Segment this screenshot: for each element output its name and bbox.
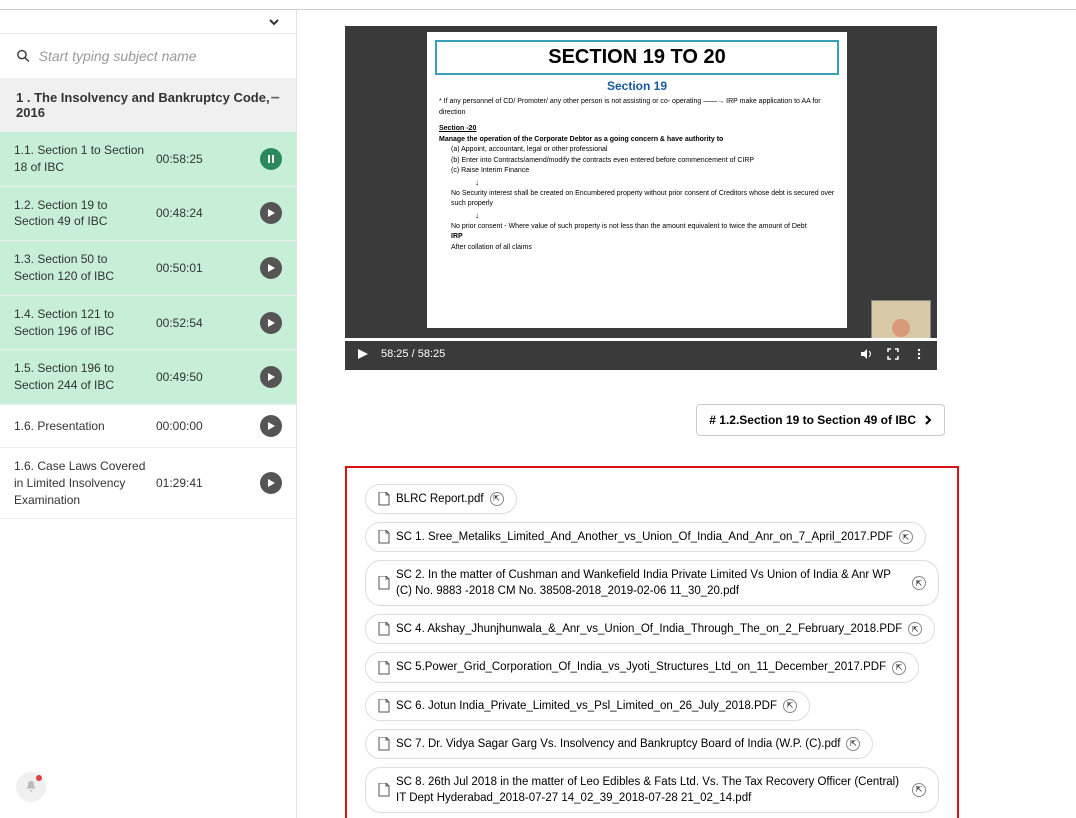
play-icon[interactable] bbox=[355, 346, 371, 362]
lesson-title: 1.6. Case Laws Covered in Limited Insolv… bbox=[14, 458, 150, 508]
collapse-icon: − bbox=[271, 90, 280, 108]
lesson-title: 1.6. Presentation bbox=[14, 418, 150, 435]
play-button[interactable] bbox=[260, 366, 282, 388]
section-header[interactable]: 1 . The Insolvency and Bankruptcy Code, … bbox=[0, 78, 296, 132]
search-input[interactable] bbox=[39, 48, 280, 64]
lesson-title: 1.2. Section 19 to Section 49 of IBC bbox=[14, 197, 150, 231]
open-icon[interactable]: ⇱ bbox=[892, 661, 906, 675]
slide-subtitle: Section 19 bbox=[435, 79, 839, 93]
pdf-icon bbox=[378, 661, 390, 675]
video-slide: SECTION 19 TO 20 Section 19 * If any per… bbox=[427, 32, 847, 328]
pdf-icon bbox=[378, 783, 390, 797]
more-icon[interactable] bbox=[911, 346, 927, 362]
lesson-title: 1.4. Section 121 to Section 196 of IBC bbox=[14, 306, 150, 340]
attachment-item[interactable]: SC 8. 26th Jul 2018 in the matter of Leo… bbox=[365, 767, 939, 813]
pdf-icon bbox=[378, 737, 390, 751]
chevron-down-icon bbox=[268, 16, 280, 28]
chevron-right-icon bbox=[924, 415, 932, 425]
attachment-name: BLRC Report.pdf bbox=[396, 491, 484, 507]
play-button[interactable] bbox=[260, 312, 282, 334]
sidebar-search bbox=[0, 34, 296, 78]
lesson-title: 1.1. Section 1 to Section 18 of IBC bbox=[14, 142, 150, 176]
pause-button[interactable] bbox=[260, 148, 282, 170]
webcam-thumbnail bbox=[871, 300, 931, 340]
sidebar: 1 . The Insolvency and Bankruptcy Code, … bbox=[0, 10, 297, 818]
slide-title: SECTION 19 TO 20 bbox=[435, 40, 839, 75]
lesson-list: 1.1. Section 1 to Section 18 of IBC 00:58… bbox=[0, 132, 296, 519]
slide-body: * If any personnel of CD/ Promoter/ any … bbox=[435, 97, 839, 253]
play-button[interactable] bbox=[260, 257, 282, 279]
volume-icon[interactable] bbox=[859, 346, 875, 362]
lesson-duration: 00:52:54 bbox=[156, 316, 210, 330]
sidebar-collapse-toggle[interactable] bbox=[0, 10, 296, 34]
attachment-name: SC 4. Akshay_Jhunjhunwala_&_Anr_vs_Union… bbox=[396, 621, 902, 637]
video-time: 58:25 / 58:25 bbox=[381, 348, 445, 360]
open-icon[interactable]: ⇱ bbox=[490, 492, 504, 506]
attachment-list: BLRC Report.pdf ⇱ SC 1. Sree_Metaliks_Limi… bbox=[365, 484, 939, 813]
section-title: 1 . The Insolvency and Bankruptcy Code, … bbox=[16, 90, 271, 120]
next-lesson-label: # 1.2.Section 19 to Section 49 of IBC bbox=[709, 413, 916, 427]
open-icon[interactable]: ⇱ bbox=[783, 699, 797, 713]
bell-icon bbox=[24, 780, 38, 794]
lesson-item[interactable]: 1.6. Presentation 00:00:00 bbox=[0, 405, 296, 448]
lesson-item[interactable]: 1.4. Section 121 to Section 196 of IBC 00… bbox=[0, 296, 296, 351]
attachment-name: SC 2. In the matter of Cushman and Wanke… bbox=[396, 567, 906, 599]
pdf-icon bbox=[378, 492, 390, 506]
lesson-duration: 01:29:41 bbox=[156, 476, 210, 490]
open-icon[interactable]: ⇱ bbox=[912, 576, 926, 590]
lesson-duration: 00:50:01 bbox=[156, 261, 210, 275]
attachment-name: SC 5.Power_Grid_Corporation_Of_India_vs_… bbox=[396, 659, 886, 675]
search-icon bbox=[16, 48, 31, 64]
video-player[interactable]: SECTION 19 TO 20 Section 19 * If any per… bbox=[345, 26, 937, 370]
lesson-item[interactable]: 1.3. Section 50 to Section 120 of IBC 00:… bbox=[0, 241, 296, 296]
attachment-item[interactable]: BLRC Report.pdf ⇱ bbox=[365, 484, 517, 514]
lesson-duration: 00:49:50 bbox=[156, 370, 210, 384]
open-icon[interactable]: ⇱ bbox=[846, 737, 860, 751]
open-icon[interactable]: ⇱ bbox=[908, 622, 922, 636]
pdf-icon bbox=[378, 622, 390, 636]
pdf-icon bbox=[378, 530, 390, 544]
attachment-item[interactable]: SC 5.Power_Grid_Corporation_Of_India_vs_… bbox=[365, 652, 919, 682]
lesson-title: 1.5. Section 196 to Section 244 of IBC bbox=[14, 360, 150, 394]
open-icon[interactable]: ⇱ bbox=[912, 783, 926, 797]
pdf-icon bbox=[378, 699, 390, 713]
fullscreen-icon[interactable] bbox=[885, 346, 901, 362]
lesson-item[interactable]: 1.5. Section 196 to Section 244 of IBC 00… bbox=[0, 350, 296, 405]
lesson-item[interactable]: 1.2. Section 19 to Section 49 of IBC 00:4… bbox=[0, 187, 296, 242]
lesson-duration: 00:48:24 bbox=[156, 206, 210, 220]
lesson-item[interactable]: 1.1. Section 1 to Section 18 of IBC 00:58… bbox=[0, 132, 296, 187]
attachment-item[interactable]: SC 6. Jotun India_Private_Limited_vs_Psl… bbox=[365, 691, 810, 721]
attachment-name: SC 7. Dr. Vidya Sagar Garg Vs. Insolvenc… bbox=[396, 736, 840, 752]
attachment-name: SC 1. Sree_Metaliks_Limited_And_Another_… bbox=[396, 529, 893, 545]
pdf-icon bbox=[378, 576, 390, 590]
main-content: SECTION 19 TO 20 Section 19 * If any per… bbox=[297, 10, 1076, 818]
video-controls: 58:25 / 58:25 bbox=[345, 338, 937, 370]
play-button[interactable] bbox=[260, 472, 282, 494]
lesson-duration: 00:00:00 bbox=[156, 419, 210, 433]
attachment-item[interactable]: SC 2. In the matter of Cushman and Wanke… bbox=[365, 560, 939, 606]
lesson-duration: 00:58:25 bbox=[156, 152, 210, 166]
next-lesson-chip[interactable]: # 1.2.Section 19 to Section 49 of IBC bbox=[696, 404, 945, 436]
attachment-name: SC 8. 26th Jul 2018 in the matter of Leo… bbox=[396, 774, 906, 806]
lesson-title: 1.3. Section 50 to Section 120 of IBC bbox=[14, 251, 150, 285]
attachment-item[interactable]: SC 4. Akshay_Jhunjhunwala_&_Anr_vs_Union… bbox=[365, 614, 935, 644]
attachment-item[interactable]: SC 7. Dr. Vidya Sagar Garg Vs. Insolvenc… bbox=[365, 729, 873, 759]
notification-bell[interactable] bbox=[16, 772, 46, 802]
open-icon[interactable]: ⇱ bbox=[899, 530, 913, 544]
play-button[interactable] bbox=[260, 202, 282, 224]
attachment-name: SC 6. Jotun India_Private_Limited_vs_Psl… bbox=[396, 698, 777, 714]
lesson-item[interactable]: 1.6. Case Laws Covered in Limited Insolv… bbox=[0, 448, 296, 519]
attachments-panel: BLRC Report.pdf ⇱ SC 1. Sree_Metaliks_Limi… bbox=[345, 466, 959, 818]
video-progress[interactable] bbox=[345, 338, 937, 341]
attachment-item[interactable]: SC 1. Sree_Metaliks_Limited_And_Another_… bbox=[365, 522, 926, 552]
play-button[interactable] bbox=[260, 415, 282, 437]
